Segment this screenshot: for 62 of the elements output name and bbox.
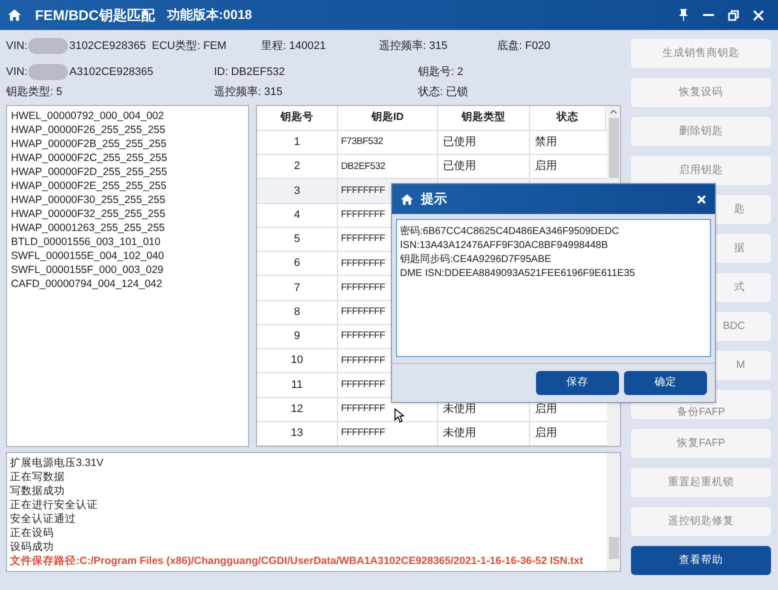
chassis: 底盘: F020: [497, 38, 550, 54]
table-cell-text: FFFFFFFF: [341, 378, 386, 392]
result-line: DME ISN:DDEEA8849093A521FEE6196F9E611E35: [400, 267, 636, 281]
key-type: 钥匙类型: 5: [6, 86, 62, 98]
window-title: FEM/BDC钥匙匹配: [35, 6, 155, 24]
table-cell-text: 启用: [535, 158, 557, 174]
table-cell-text: 9: [294, 329, 300, 344]
table-cell-text: 4: [294, 208, 300, 223]
remote-frequency: 遥控频率: 315: [214, 86, 282, 98]
log-line: 设码成功: [10, 540, 55, 554]
table-cell: FFFFFFFF: [341, 402, 386, 416]
log-line: 扩展电源电压3.31V: [10, 456, 104, 470]
table-cell-text: FFFFFFFF: [341, 329, 386, 344]
table-cell-text: 7: [294, 280, 300, 296]
vin-label: VIN:: [6, 38, 28, 54]
result-line: 钥匙同步码:CE4A9296D7F95ABE: [400, 253, 552, 267]
key-number: 钥匙号: 2: [418, 64, 464, 80]
table-cell-text: 8: [294, 304, 300, 320]
log-line: 正在设码: [10, 526, 55, 540]
version-label: 功能版本:0018: [166, 6, 252, 24]
dialog-title: 提示: [421, 190, 447, 208]
table-cell-text: F73BF532: [341, 135, 383, 150]
table-cell-text: FFFFFFFF: [341, 426, 386, 440]
table-cell: DB2EF532: [341, 160, 386, 174]
log-line: 正在进行安全认证: [10, 498, 99, 512]
log-line: 文件保存路径:C:/Program Files (x86)/Changguang/CGDI/UserData/WBA1A3102CE928365/2021-1-16-16-36-52 ISN.txt: [10, 554, 584, 568]
table-cell-text: 已使用: [443, 159, 476, 174]
table-cell-text: 未使用: [443, 426, 476, 442]
log-line: 正在写数据: [10, 470, 66, 484]
table-cell-text: FFFFFFFF: [341, 232, 386, 246]
table-cell-text: 禁用: [535, 135, 557, 150]
table-cell-text: 3: [294, 184, 300, 199]
table-cell-text: 启用: [535, 402, 557, 417]
result-line: ISN:13A43A12476AFF9F30AC8BF94998448B: [400, 239, 609, 253]
table-cell-text: 启用: [535, 426, 557, 442]
table-cell: FFFFFFFF: [341, 208, 386, 222]
vin-label: VIN:: [6, 64, 28, 80]
table-cell: FFFFFFFF: [341, 354, 386, 368]
table-cell-text: 2: [294, 159, 300, 174]
log-line: 写数据成功: [10, 484, 66, 498]
table-cell-text: 已使用: [443, 135, 476, 150]
table-cell-text: 6: [294, 256, 300, 272]
table-cell: FFFFFFFF: [341, 305, 386, 320]
table-cell-text: 10: [290, 353, 304, 368]
table-cell-text: 12: [290, 402, 304, 417]
table-cell-text: FFFFFFFF: [341, 280, 386, 295]
log-line: 安全认证通过: [10, 512, 77, 526]
table-cell-text: 未使用: [443, 402, 476, 417]
vin-value: 3102CE928365: [69, 38, 146, 54]
table-cell-text: 11: [291, 378, 303, 393]
table-cell: FFFFFFFF: [341, 256, 386, 271]
table-cell-text: FFFFFFFF: [341, 184, 386, 198]
remote-frequency: 遥控频率: 315: [379, 40, 448, 52]
table-cell-text: 5: [294, 232, 300, 248]
mileage: 里程: 140021: [261, 40, 326, 52]
vin-value: A3102CE928365: [69, 64, 154, 80]
key-id: ID: DB2EF532: [214, 66, 285, 78]
ecu-type: ECU类型: FEM: [152, 38, 226, 54]
table-cell-text: 1: [294, 135, 300, 150]
lock-status: 状态: 已锁: [418, 84, 468, 100]
result-line: 密码:6B67CC4C8625C4D486EA346F9509DEDC: [400, 225, 620, 239]
table-cell-text: 13: [290, 426, 304, 442]
